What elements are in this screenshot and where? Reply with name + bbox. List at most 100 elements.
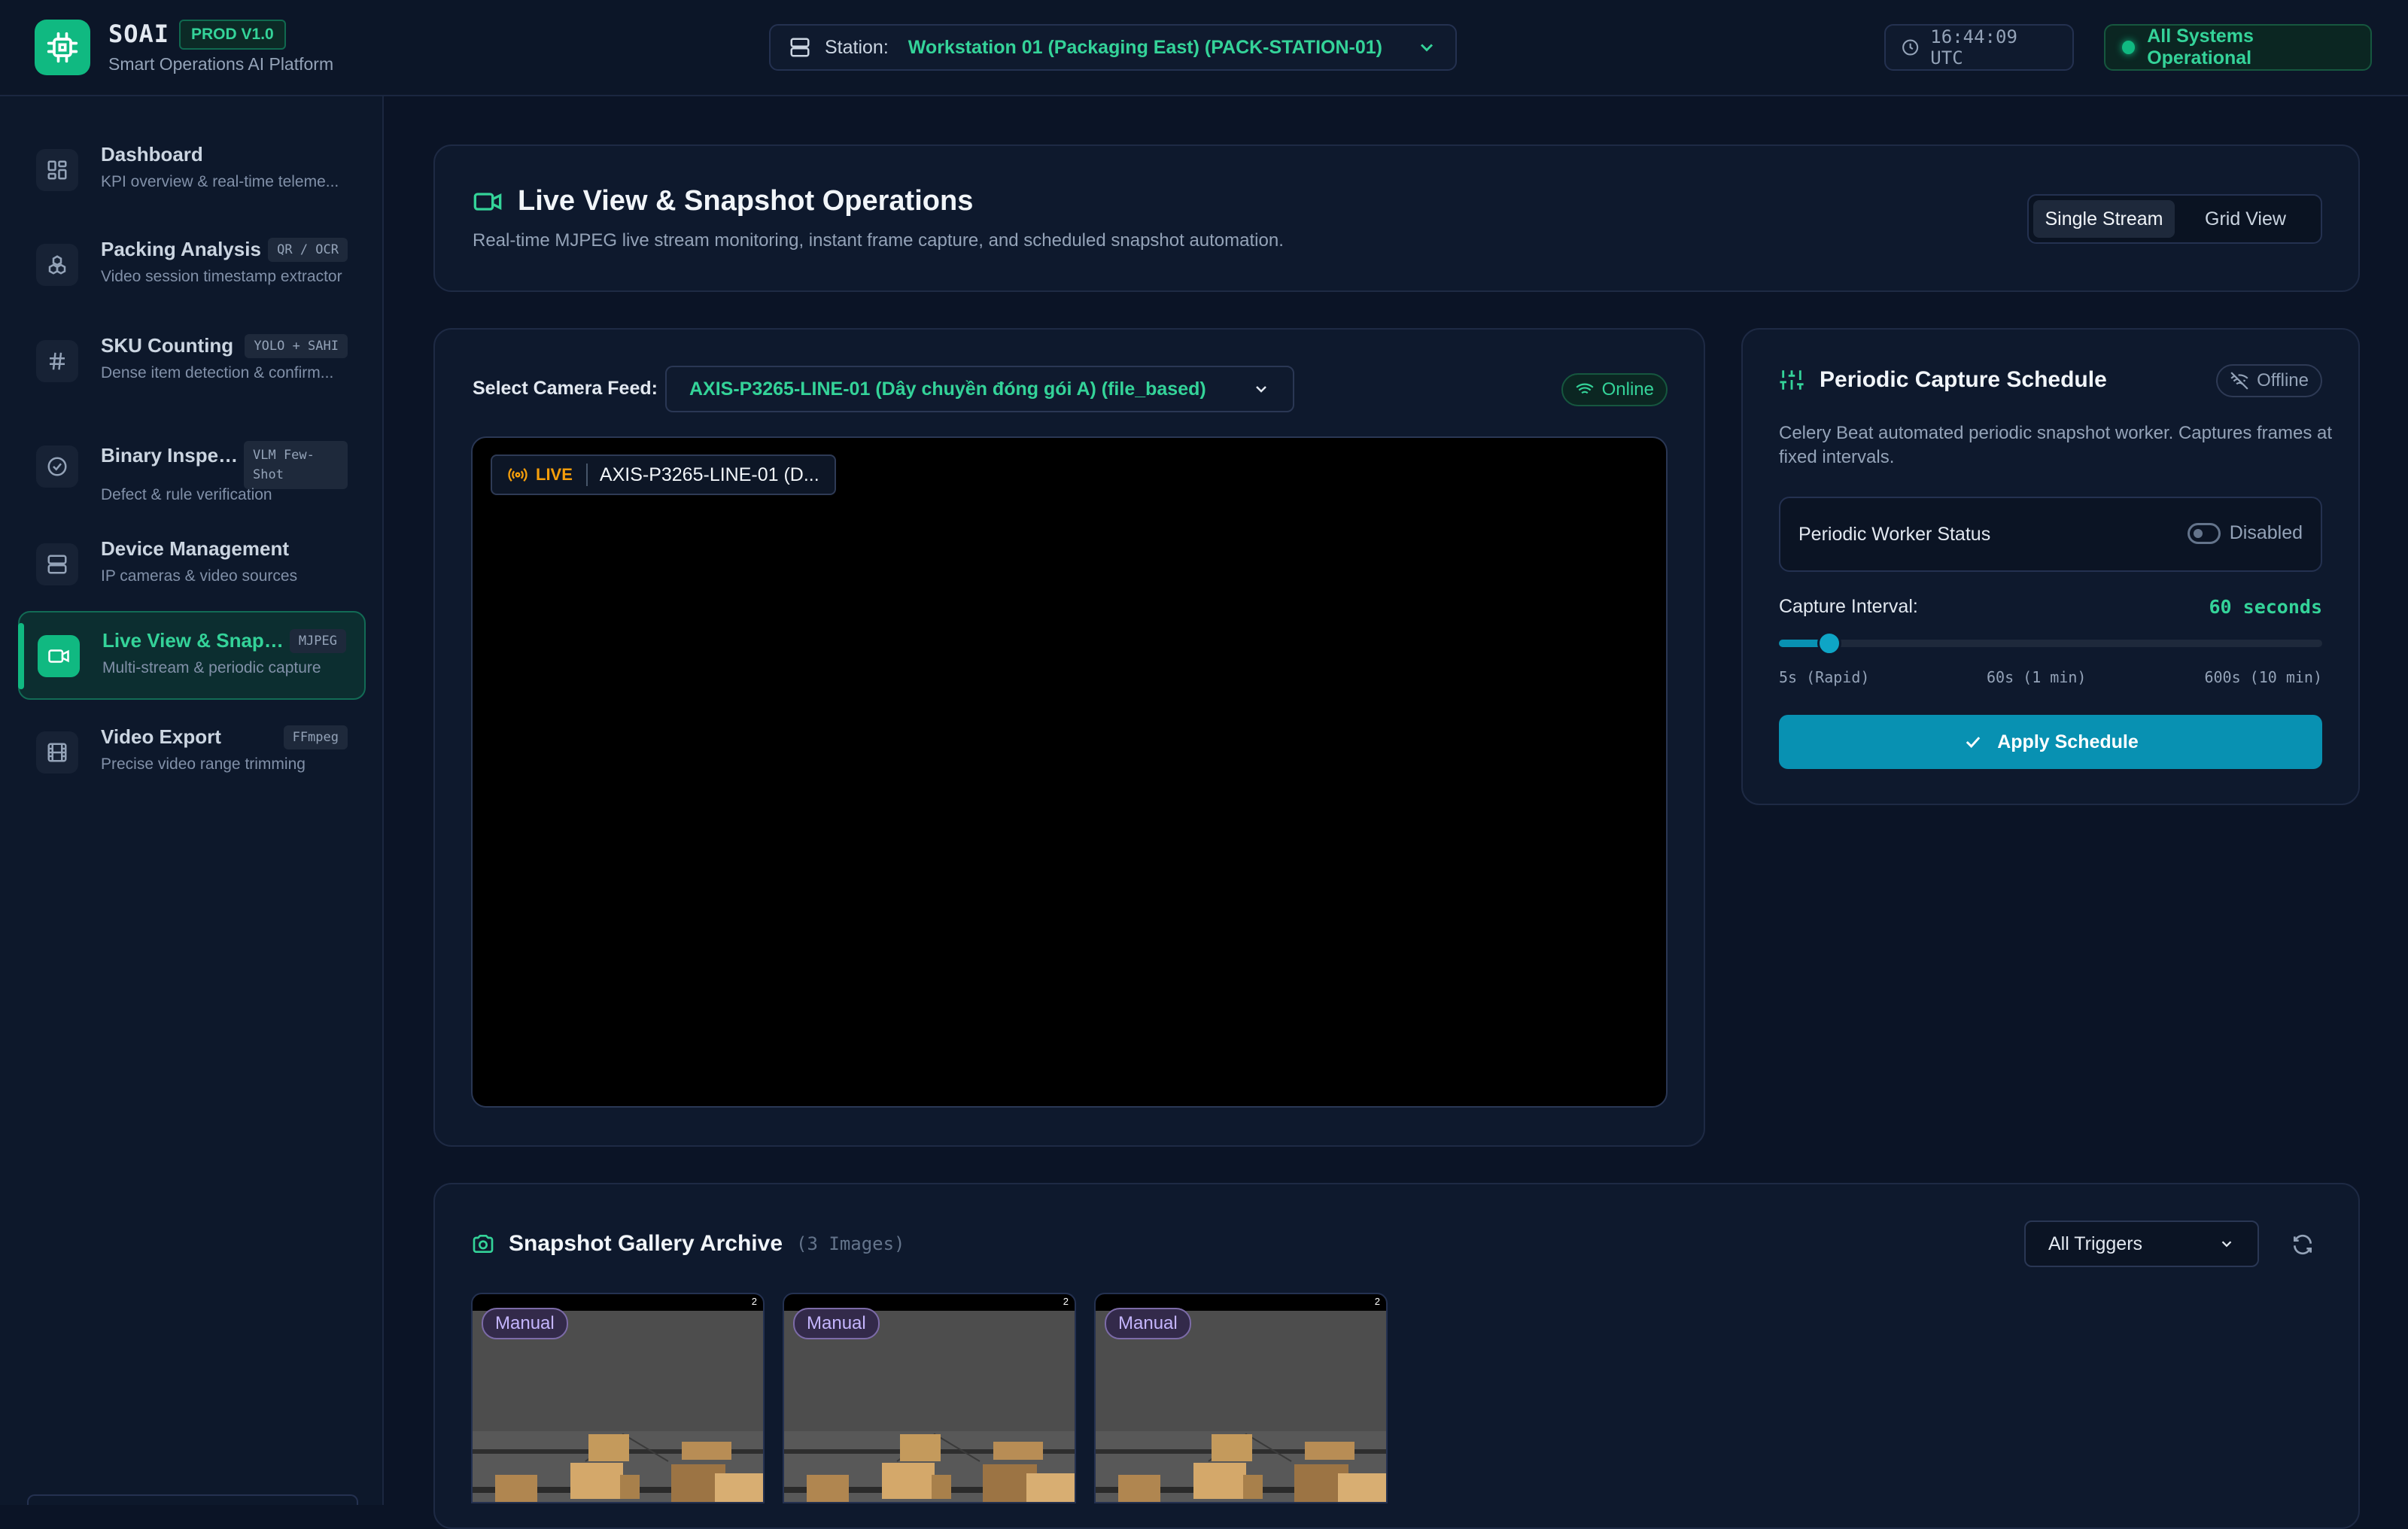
sidebar-item-sub: IP cameras & video sources: [101, 567, 298, 585]
snapshot-thumbnail[interactable]: 2 Manual: [783, 1293, 1076, 1503]
snapshot-thumbnail[interactable]: 2 Manual: [1094, 1293, 1388, 1503]
video-camera-icon: [38, 635, 80, 677]
grid-view-button[interactable]: Grid View: [2175, 200, 2316, 238]
worker-toggle[interactable]: Disabled: [2187, 522, 2303, 544]
check-icon: [1966, 737, 1981, 748]
slider-handle[interactable]: [1817, 631, 1841, 655]
snapshot-gallery-card: Snapshot Gallery Archive (3 Images) All …: [433, 1183, 2360, 1529]
brand-subtitle: Smart Operations AI Platform: [108, 54, 334, 74]
schedule-description: Celery Beat automated periodic snapshot …: [1779, 423, 2333, 467]
page-title-text: Live View & Snapshot Operations: [518, 185, 974, 217]
film-icon: [36, 731, 78, 774]
camera-online-text: Online: [1601, 379, 1654, 400]
sidebar-item-sub: Video session timestamp extractor: [101, 268, 342, 285]
system-status-text: All Systems Operational: [2147, 26, 2254, 68]
station-label: Station:: [825, 36, 889, 58]
view-mode-toggle: Single Stream Grid View: [2027, 194, 2322, 244]
camera-icon: [473, 1235, 494, 1253]
sidebar-item-badge: VLM Few-Shot: [244, 441, 348, 489]
sidebar-item-label: Dashboard: [101, 143, 203, 166]
version-badge: PROD V1.0: [179, 20, 286, 50]
page-subtitle: Real-time MJPEG live stream monitoring, …: [473, 230, 1284, 251]
refresh-button[interactable]: [2286, 1228, 2319, 1261]
sidebar-item-device-management[interactable]: Device Management IP cameras & video sou…: [18, 521, 366, 609]
top-header: SOAI PROD V1.0 Smart Operations AI Platf…: [0, 0, 2408, 96]
overlay-camera-name: AXIS-P3265-LINE-01 (D...: [599, 464, 819, 485]
schedule-title-text: Periodic Capture Schedule: [1820, 367, 2107, 392]
video-camera-icon: [473, 192, 502, 211]
wifi-icon: [1576, 383, 1594, 397]
sidebar-item-label: Binary Inspect...: [101, 444, 244, 467]
sidebar-item-badge: MJPEG: [289, 629, 346, 653]
sidebar-item-sub: Defect & rule verification: [101, 486, 272, 503]
periodic-capture-card: Periodic Capture Schedule Offline Celery…: [1741, 328, 2360, 805]
station-selector[interactable]: Station: Workstation 01 (Packaging East)…: [769, 24, 1457, 71]
sidebar-item-label: SKU Counting: [101, 334, 234, 357]
sidebar-item-dashboard[interactable]: Dashboard KPI overview & real-time telem…: [18, 126, 366, 215]
toggle-off-icon: [2187, 522, 2221, 544]
live-tag: LIVE: [536, 465, 573, 484]
sidebar-item-sub: Dense item detection & confirm...: [101, 364, 334, 381]
worker-status-label: Periodic Worker Status: [1798, 524, 1991, 545]
sidebar-item-sub: KPI overview & real-time teleme...: [101, 173, 339, 190]
brand-name: SOAI: [108, 20, 170, 48]
trigger-filter-value: All Triggers: [2048, 1233, 2143, 1254]
system-status-badge[interactable]: All Systems Operational: [2104, 24, 2372, 71]
camera-online-badge: Online: [1561, 373, 1668, 406]
sliders-icon: [1780, 370, 1804, 390]
server-icon: [36, 543, 78, 585]
sidebar-item-badge: FFmpeg: [283, 725, 348, 749]
sidebar-item-packing-analysis[interactable]: Packing Analysis QR / OCR Video session …: [18, 221, 366, 310]
utc-clock: 16:44:09 UTC: [1884, 24, 2074, 71]
schedule-title: Periodic Capture Schedule: [1779, 367, 2107, 393]
sidebar-footer-card: [27, 1494, 358, 1505]
sidebar: Dashboard KPI overview & real-time telem…: [0, 96, 384, 1505]
sidebar-item-label: Device Management: [101, 537, 289, 560]
apply-schedule-button[interactable]: Apply Schedule: [1779, 715, 2322, 769]
chip-logo-icon[interactable]: [35, 20, 90, 75]
schedule-status-text: Offline: [2257, 370, 2309, 391]
single-stream-button[interactable]: Single Stream: [2033, 200, 2175, 238]
chevron-down-icon: [2221, 1241, 2232, 1248]
interval-slider[interactable]: [1779, 631, 2322, 655]
tick-max: 600s (10 min): [2204, 668, 2322, 686]
camera-feed-select[interactable]: AXIS-P3265-LINE-01 (Dây chuyền đóng gói …: [665, 366, 1294, 412]
chevron-down-icon: [1420, 44, 1434, 52]
worker-status-row: Periodic Worker Status Disabled: [1779, 497, 2322, 572]
station-value: Workstation 01 (Packaging East) (PACK-ST…: [908, 36, 1382, 58]
status-dot-icon: [2122, 41, 2136, 54]
sidebar-item-badge: YOLO + SAHI: [245, 334, 348, 358]
clock-text: 16:44:09 UTC: [1930, 26, 2017, 68]
camera-feed-value: AXIS-P3265-LINE-01 (Dây chuyền đóng gói …: [689, 378, 1206, 400]
boxes-icon: [36, 244, 78, 286]
chevron-down-icon: [1256, 386, 1266, 393]
clock-icon: [1902, 39, 1919, 56]
schedule-status-badge: Offline: [2216, 364, 2322, 397]
dashboard-grid-icon: [36, 149, 78, 191]
hash-icon: [36, 340, 78, 382]
sidebar-item-video-export[interactable]: Video Export FFmpeg Precise video range …: [18, 709, 366, 798]
worker-state-text: Disabled: [2229, 522, 2303, 543]
sidebar-item-badge: QR / OCR: [268, 238, 348, 262]
wifi-off-icon: [2230, 372, 2248, 390]
snapshot-thumbnail[interactable]: 2 Manual: [471, 1293, 765, 1503]
sidebar-item-label: Live View & Snapsh...: [102, 629, 290, 652]
sidebar-item-label: Packing Analysis: [101, 238, 261, 260]
trigger-tag: Manual: [482, 1308, 568, 1339]
sidebar-item-label: Video Export: [101, 725, 221, 748]
sidebar-item-binary-inspection[interactable]: Binary Inspect... VLM Few-Shot Defect & …: [18, 415, 366, 518]
interval-value: 60 seconds: [2209, 596, 2322, 618]
trigger-filter-select[interactable]: All Triggers: [2024, 1220, 2259, 1267]
live-video-player[interactable]: LIVE AXIS-P3265-LINE-01 (D...: [471, 436, 1668, 1108]
sidebar-item-sku-counting[interactable]: SKU Counting YOLO + SAHI Dense item dete…: [18, 318, 366, 406]
trigger-tag: Manual: [1105, 1308, 1191, 1339]
trigger-tag: Manual: [793, 1308, 880, 1339]
camera-feed-label: Select Camera Feed:: [473, 378, 658, 399]
tick-mid: 60s (1 min): [1987, 668, 2087, 686]
gallery-count: (3 Images): [796, 1233, 905, 1254]
live-overlay-label: LIVE AXIS-P3265-LINE-01 (D...: [491, 454, 836, 495]
tick-min: 5s (Rapid): [1779, 668, 1870, 686]
page-header-card: Live View & Snapshot Operations Real-tim…: [433, 144, 2360, 292]
sidebar-item-live-view[interactable]: Live View & Snapsh... MJPEG Multi-stream…: [18, 611, 366, 700]
gallery-title: Snapshot Gallery Archive (3 Images): [471, 1231, 905, 1257]
